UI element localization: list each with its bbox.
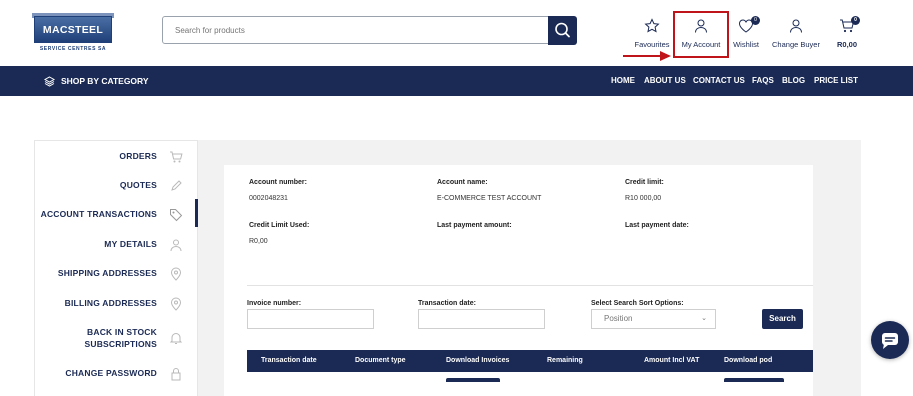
download-pod-button[interactable] [724,378,784,382]
sidebar-item-label: SHIPPING ADDRESSES [57,268,157,278]
search-input[interactable] [162,16,550,44]
column-header-download-pod[interactable]: Download pod [724,350,772,372]
credit-limit-label: Credit limit: [625,179,664,186]
nav-home[interactable]: HOME [611,66,635,96]
change-buyer-label: Change Buyer [772,40,820,49]
user-icon [170,239,182,252]
column-header-document-type[interactable]: Document type [355,350,406,372]
bell-icon [169,333,183,344]
account-number-label: Account number: [249,179,307,186]
shop-by-category-button[interactable]: SHOP BY CATEGORY [43,66,149,96]
chat-icon [882,333,898,349]
sidebar-item-label: QUOTES [119,180,157,190]
account-sidebar: ORDERS QUOTES ACCOUNT TRANSACTIONS MY DE… [34,140,198,396]
sidebar-item-back-in-stock-subscriptions[interactable]: BACK IN STOCK SUBSCRIPTIONS [35,325,199,351]
sidebar-item-shipping-addresses[interactable]: SHIPPING ADDRESSES [35,266,199,281]
account-number-value: 0002048231 [249,195,288,202]
sort-options-select[interactable]: Position ⌄ [591,309,716,329]
sidebar-item-label: ACCOUNT TRANSACTIONS [40,209,157,219]
credit-used-value: R0,00 [249,238,268,245]
chat-widget-button[interactable] [871,321,909,359]
location-pin-icon [170,267,182,281]
sidebar-item-my-details[interactable]: MY DETAILS [35,237,199,252]
column-header-transaction-date[interactable]: Transaction date [261,350,317,372]
download-invoice-button[interactable] [446,378,500,382]
invoice-number-label: Invoice number: [247,300,302,307]
logo-text: MACSTEEL [42,24,104,36]
location-pin-icon [170,297,182,311]
nav-blog[interactable]: BLOG [782,66,805,96]
sort-selected-value: Position [604,314,633,323]
lock-icon [171,368,181,381]
section-divider [247,285,813,286]
star-icon [644,18,660,33]
column-header-remaining[interactable]: Remaining [547,350,583,372]
logo-subtext: SERVICE CENTRES SA [39,46,107,52]
user-icon [790,19,802,33]
cart-icon [170,151,183,163]
last-payment-date-label: Last payment date: [625,222,689,229]
search-transactions-button[interactable]: Search [762,309,803,329]
transaction-date-label: Transaction date: [418,300,476,307]
last-payment-amount-label: Last payment amount: [437,222,512,229]
sidebar-item-billing-addresses[interactable]: BILLING ADDRESSES [35,296,199,311]
arrow-right-icon [623,51,671,61]
main-navigation: SHOP BY CATEGORY HOME ABOUT US CONTACT U… [0,66,913,96]
tag-icon [170,209,183,222]
credit-limit-value: R10 000,00 [625,195,662,202]
favourites-label: Favourites [634,40,670,49]
favourites-link[interactable]: Favourites [627,18,677,49]
sort-options-label: Select Search Sort Options: [591,300,684,307]
credit-used-label: Credit Limit Used: [249,222,310,229]
sidebar-item-label: ORDERS [119,151,157,161]
nav-about-us[interactable]: ABOUT US [644,66,686,96]
wishlist-badge: 0 [751,16,760,25]
pen-icon [171,180,182,191]
sidebar-item-change-password[interactable]: CHANGE PASSWORD [35,366,199,381]
column-header-download-invoices[interactable]: Download Invoices [446,350,509,372]
cart-link[interactable]: 0 R0,00 [822,16,872,49]
nav-price-list[interactable]: PRICE LIST [814,66,858,96]
chevron-down-icon: ⌄ [701,315,707,322]
sidebar-item-account-transactions[interactable]: ACCOUNT TRANSACTIONS [35,207,199,222]
sidebar-item-label: MY DETAILS [104,239,157,249]
cart-badge: 0 [851,16,860,25]
cart-total: R0,00 [836,40,857,49]
macsteel-logo[interactable]: MACSTEEL SERVICE CENTRES SA [32,13,114,54]
invoice-number-input[interactable] [247,309,374,329]
nav-contact-us[interactable]: CONTACT US [693,66,745,96]
column-header-amount-incl-vat[interactable]: Amount Incl VAT [644,350,699,372]
sidebar-item-label: BACK IN STOCK [87,327,157,337]
sidebar-item-quotes[interactable]: QUOTES [35,178,199,192]
sidebar-item-label: CHANGE PASSWORD [65,368,157,378]
shop-by-category-label: SHOP BY CATEGORY [61,76,149,86]
sidebar-item-orders[interactable]: ORDERS [35,149,199,163]
account-name-label: Account name: [437,179,488,186]
transaction-date-input[interactable] [418,309,545,329]
layers-icon [43,76,56,87]
search-button[interactable] [548,16,577,45]
transactions-table-header: Transaction date Document type Download … [247,350,813,372]
change-buyer-link[interactable]: Change Buyer [771,18,821,49]
search-icon [555,22,570,38]
sidebar-item-label-line2: SUBSCRIPTIONS [84,339,157,349]
account-name-value: E-COMMERCE TEST ACCOUNT [437,195,542,202]
sidebar-item-label: BILLING ADDRESSES [64,298,157,308]
nav-faqs[interactable]: FAQS [752,66,774,96]
my-account-highlight-box [673,11,729,58]
